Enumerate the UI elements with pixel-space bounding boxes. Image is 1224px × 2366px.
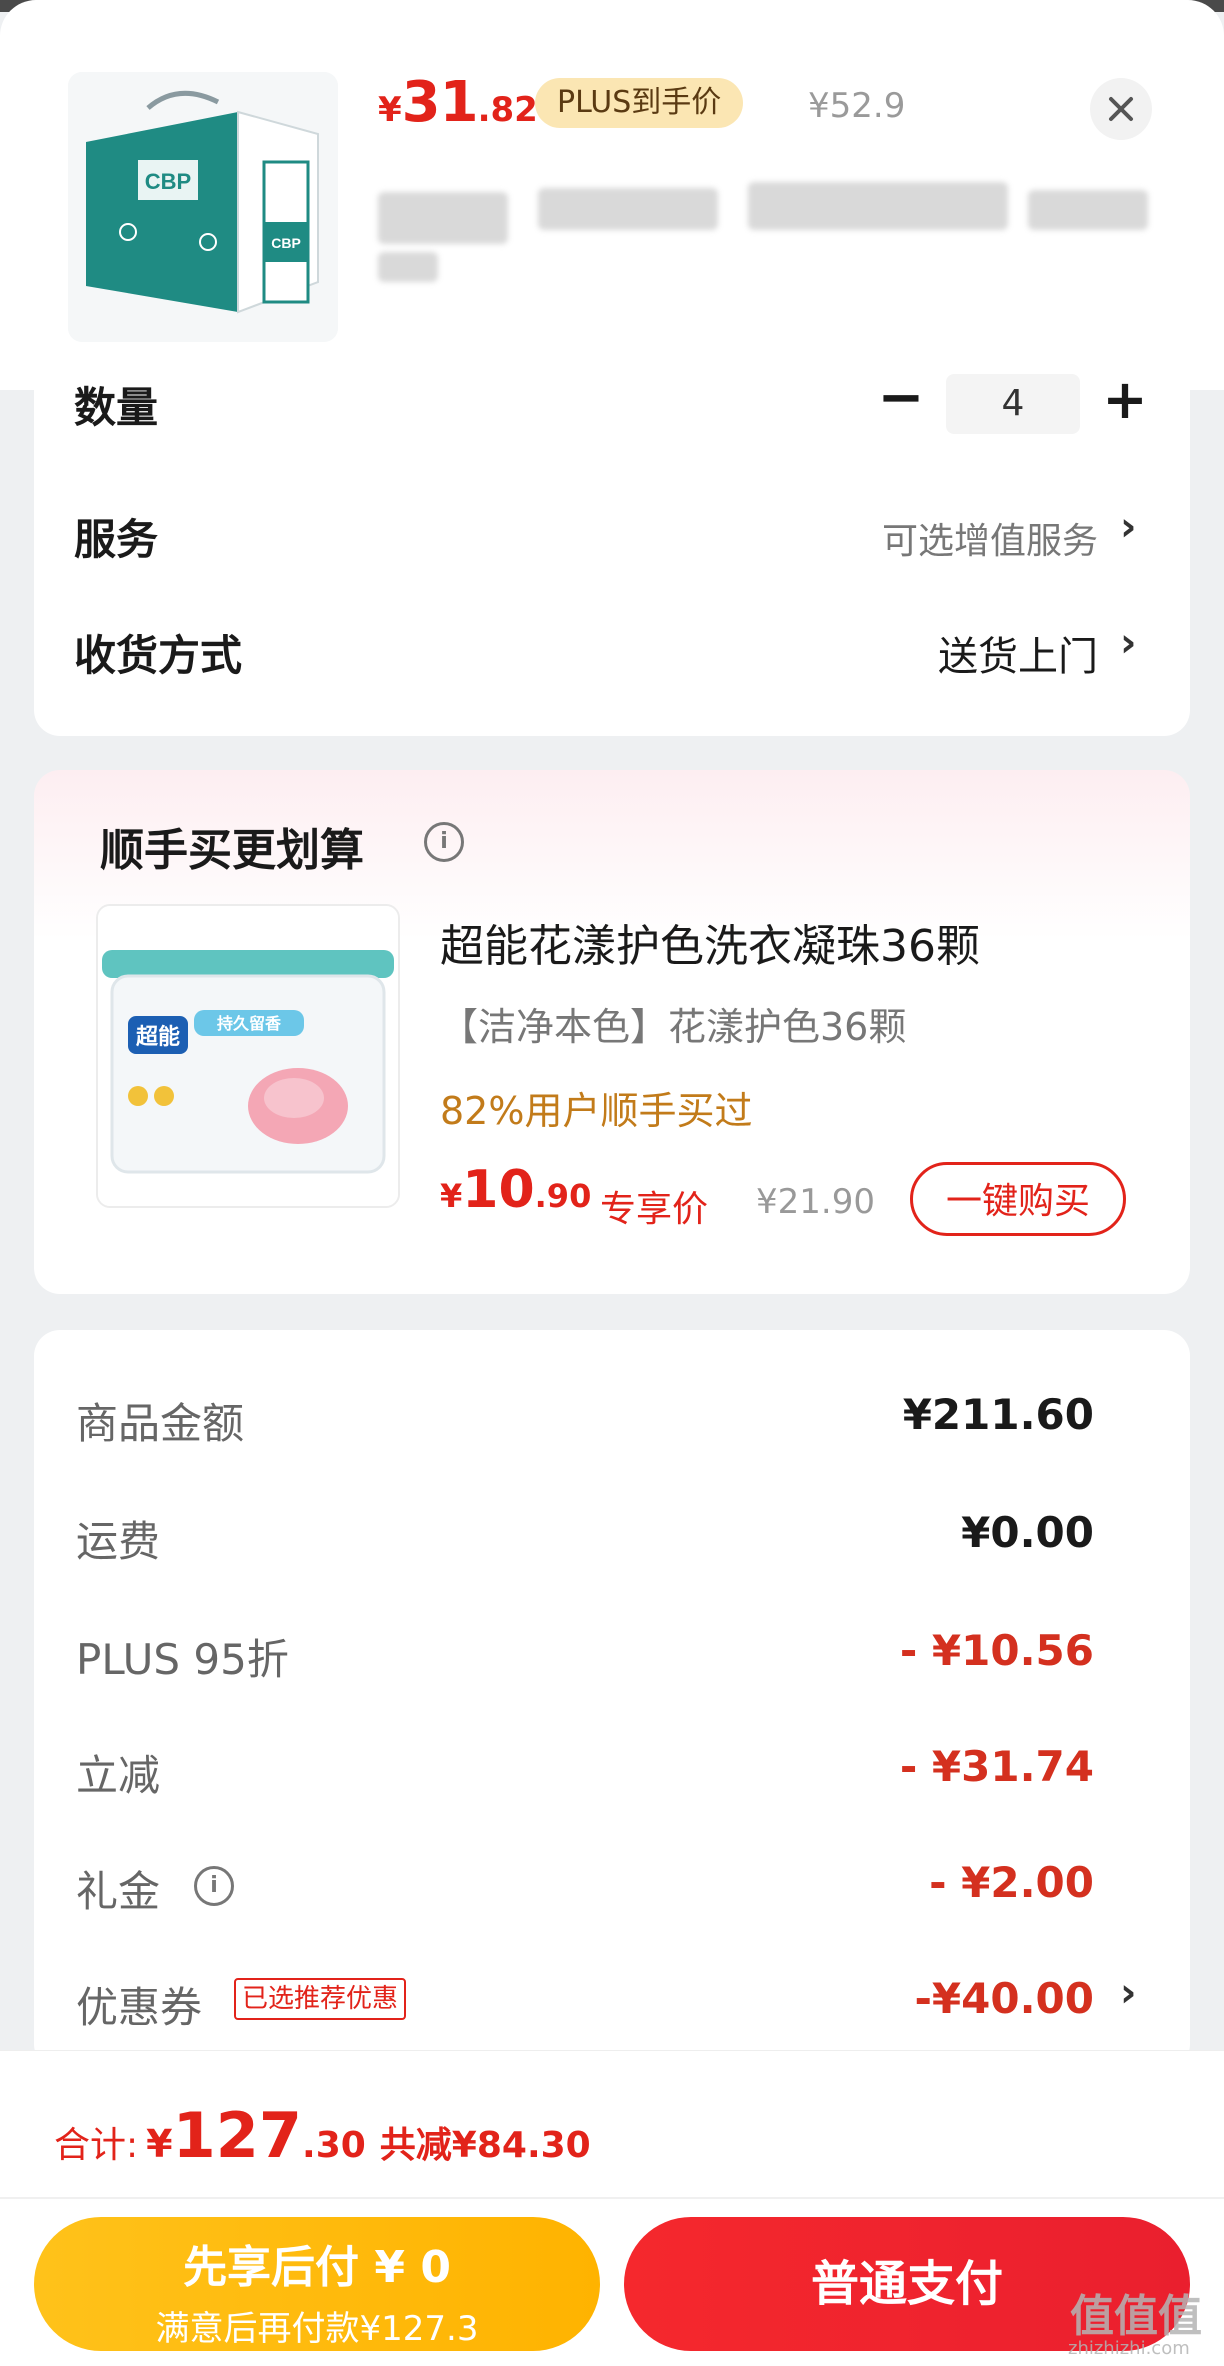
summary-value-subtotal: ¥211.60: [902, 1390, 1094, 1439]
summary-value-gift-money: - ¥2.00: [929, 1858, 1094, 1907]
quantity-input[interactable]: 4: [946, 374, 1080, 434]
milk-box-image: CBP CBP: [68, 72, 338, 342]
close-icon: [1109, 97, 1133, 121]
upsell-price-integer: 10: [462, 1160, 535, 1220]
price-summary-card: 商品金额 ¥211.60 运费 ¥0.00 PLUS 95折 - ¥10.56 …: [34, 1330, 1190, 2070]
product-image-text-2: CBP: [271, 235, 301, 251]
chevron-right-icon: ›: [1120, 1970, 1137, 2016]
order-total: 合计: ¥127.30 共减¥84.30: [54, 2099, 591, 2172]
summary-value-plus-discount: - ¥10.56: [899, 1626, 1094, 1675]
total-decimal: .30: [302, 2125, 366, 2166]
upsell-price-tag: 专享价: [600, 1189, 709, 1230]
upsell-product-spec: 【洁净本色】花漾护色36颗: [440, 1005, 907, 1049]
summary-label-shipping: 运费: [76, 1517, 161, 1566]
info-icon[interactable]: i: [424, 822, 464, 862]
summary-label-coupon: 优惠券: [76, 1983, 203, 2032]
checkout-bar: 合计: ¥127.30 共减¥84.30 先享后付 ¥ 0 满意后再付款¥127.3…: [0, 2050, 1224, 2366]
watermark-domain: zhizhizhi.com: [1068, 2338, 1190, 2359]
product-price: ¥31.82: [378, 70, 538, 135]
delivery-value: 送货上门: [938, 634, 1098, 680]
quantity-decrement-button[interactable]: −: [868, 368, 934, 434]
total-label: 合计:: [54, 2125, 139, 2166]
price-decimal: .82: [477, 90, 538, 130]
detergent-image-sub: 持久留香: [217, 1014, 282, 1033]
pay-later-title: 先享后付 ¥ 0: [183, 2242, 451, 2293]
product-image-text-1: CBP: [145, 169, 191, 194]
delivery-label: 收货方式: [74, 631, 243, 680]
original-price: ¥52.9: [808, 86, 906, 126]
upsell-price-decimal: .90: [534, 1177, 592, 1215]
summary-label-subtotal: 商品金额: [76, 1399, 245, 1448]
chevron-right-icon: ›: [1120, 620, 1137, 666]
summary-value-coupon: -¥40.00: [914, 1974, 1094, 2023]
total-saving: 共减¥84.30: [379, 2125, 591, 2166]
upsell-card: 顺手买更划算 i 超能 持久留香 超能花漾护色洗衣凝珠36颗 【洁净本色】花漾护…: [34, 770, 1190, 1294]
total-symbol: ¥: [146, 2122, 173, 2166]
product-thumbnail: CBP CBP: [68, 72, 338, 342]
upsell-price-symbol: ¥: [440, 1177, 463, 1215]
summary-value-instant-discount: - ¥31.74: [899, 1742, 1094, 1791]
detergent-image-brand: 超能: [136, 1024, 180, 1049]
service-label: 服务: [74, 515, 159, 564]
watermark-logo: 值值值: [1070, 2291, 1202, 2342]
total-integer: 127: [172, 2099, 303, 2172]
chevron-right-icon: ›: [1120, 504, 1137, 550]
divider: [0, 2197, 1224, 2199]
price-integer: 31: [401, 70, 479, 135]
quantity-label: 数量: [74, 383, 159, 432]
product-header: CBP CBP ¥31.82 PLUS到手价 ¥52.9: [0, 0, 1224, 390]
price-symbol: ¥: [378, 90, 402, 130]
service-value: 可选增值服务: [881, 521, 1098, 562]
upsell-price: ¥10.90: [440, 1160, 591, 1220]
recommended-coupon-badge: 已选推荐优惠: [234, 1978, 407, 2020]
upsell-product-thumbnail[interactable]: 超能 持久留香: [96, 904, 400, 1208]
detergent-pods-image: 超能 持久留香: [98, 906, 398, 1206]
upsell-title: 顺手买更划算: [100, 825, 364, 876]
upsell-original-price: ¥21.90: [756, 1182, 875, 1222]
plus-price-badge: PLUS到手价: [535, 78, 744, 128]
summary-label-plus-discount: PLUS 95折: [76, 1635, 289, 1684]
summary-label-instant-discount: 立减: [76, 1751, 161, 1800]
upsell-social-proof: 82%用户顺手买过: [440, 1089, 753, 1133]
pay-later-button[interactable]: 先享后付 ¥ 0 满意后再付款¥127.3: [34, 2217, 600, 2351]
info-icon[interactable]: i: [194, 1866, 234, 1906]
upsell-product-name[interactable]: 超能花漾护色洗衣凝珠36颗: [440, 910, 980, 974]
pay-later-subtitle: 满意后再付款¥127.3: [155, 2309, 479, 2349]
summary-label-gift-money: 礼金: [76, 1867, 161, 1916]
blurred-product-title: [378, 182, 1158, 282]
close-button[interactable]: [1090, 78, 1152, 140]
summary-value-shipping: ¥0.00: [961, 1508, 1094, 1557]
quantity-increment-button[interactable]: +: [1092, 368, 1158, 434]
one-click-buy-button[interactable]: 一键购买: [910, 1162, 1126, 1236]
